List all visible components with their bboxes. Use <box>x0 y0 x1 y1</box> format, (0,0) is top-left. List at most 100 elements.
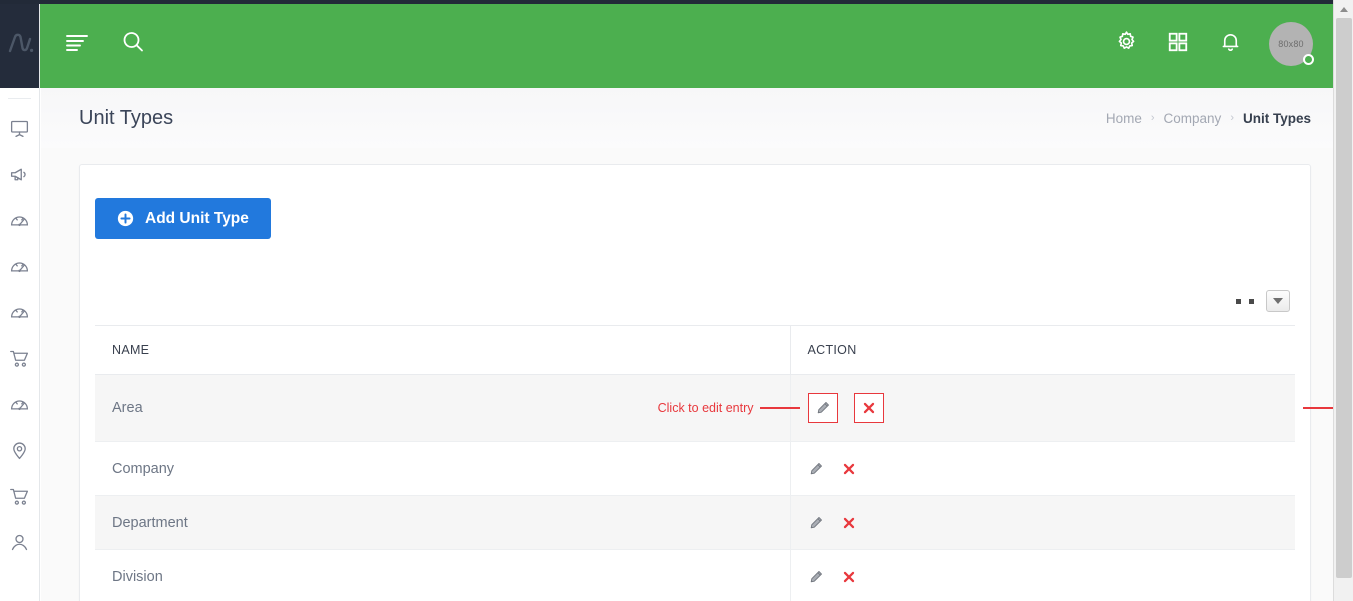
breadcrumb-separator: › <box>1230 112 1234 124</box>
table-options-dropdown[interactable] <box>1266 290 1290 312</box>
gauge-icon <box>9 256 30 277</box>
megaphone-icon <box>9 164 30 185</box>
sidebar-divider <box>8 98 31 99</box>
search-button[interactable] <box>116 27 150 61</box>
table-tool-dots[interactable] <box>1236 298 1254 304</box>
bell-icon <box>1219 30 1242 58</box>
cell-name: Division <box>95 549 791 601</box>
gear-icon <box>1115 30 1138 58</box>
sidebar-item-performance[interactable] <box>0 197 39 243</box>
sidebar-item-locations[interactable] <box>0 427 39 473</box>
pencil-icon <box>809 462 823 476</box>
map-pin-icon <box>9 440 30 461</box>
table-row: Company <box>95 441 1296 496</box>
action-buttons <box>808 568 1296 585</box>
annotation-edit-label: Click to edit entry <box>657 401 754 415</box>
table-row: Area Click to edit entry <box>95 374 1333 442</box>
caret-down-icon <box>1273 298 1283 304</box>
caret-up-icon <box>1340 6 1348 12</box>
edit-row-button[interactable] <box>808 514 825 531</box>
tool-dot <box>1249 298 1254 304</box>
breadcrumb-item-current: Unit Types <box>1242 110 1311 126</box>
hamburger-icon <box>64 32 90 57</box>
scroll-up-button[interactable] <box>1334 0 1353 18</box>
breadcrumb-separator: › <box>1150 112 1155 124</box>
pencil-icon <box>809 570 823 584</box>
top-header-bar: 80x80 <box>40 0 1333 88</box>
header-left-actions <box>40 27 150 61</box>
gauge-icon <box>9 302 30 323</box>
search-icon <box>121 30 145 59</box>
edit-row-button[interactable] <box>808 460 825 477</box>
column-header-name[interactable]: NAME <box>95 325 791 375</box>
sidebar-item-purchases[interactable] <box>0 473 39 519</box>
page-title: Unit Types <box>79 106 174 129</box>
sidebar-item-orders[interactable] <box>0 335 39 381</box>
tool-dot <box>1236 298 1241 304</box>
table-toolbar <box>95 286 1295 316</box>
notifications-button[interactable] <box>1213 27 1247 61</box>
shopping-cart-icon <box>9 486 30 507</box>
status-badge <box>1303 54 1314 65</box>
apps-button[interactable] <box>1161 27 1195 61</box>
cell-name: Company <box>95 441 791 496</box>
settings-button[interactable] <box>1109 27 1143 61</box>
header-right-actions: 80x80 <box>1109 22 1333 66</box>
sidebar-item-users[interactable] <box>0 519 39 565</box>
add-unit-type-button[interactable]: Add Unit Type <box>95 198 271 239</box>
sidebar-item-announcements[interactable] <box>0 151 39 197</box>
gauge-icon <box>9 210 30 231</box>
breadcrumb-item-company[interactable]: Company <box>1164 111 1222 126</box>
pencil-icon <box>816 401 830 415</box>
annotation-leader-line <box>1303 407 1333 409</box>
unit-types-table: NAME ACTION Area Click to edit entry Com… <box>95 325 1333 601</box>
hamburger-menu-button[interactable] <box>60 27 94 61</box>
delete-row-button[interactable] <box>853 393 884 423</box>
annotation-edit: Click to edit entry <box>658 401 800 415</box>
sidebar-item-analytics[interactable] <box>0 381 39 427</box>
sidebar-item-dashboard[interactable] <box>0 105 39 151</box>
page-scrollbar[interactable] <box>1333 0 1353 601</box>
edit-row-button[interactable] <box>807 393 838 423</box>
pencil-icon <box>809 516 823 530</box>
edit-row-button[interactable] <box>808 568 825 585</box>
table-body: Area Click to edit entry Company Departm… <box>95 374 1333 601</box>
left-sidebar <box>0 0 40 601</box>
plus-circle-icon <box>117 210 134 227</box>
gauge-icon <box>9 394 30 415</box>
cell-action <box>790 549 1296 601</box>
annotation-leader-line <box>759 407 800 409</box>
times-icon <box>842 462 856 476</box>
times-icon <box>862 401 876 415</box>
app-logo[interactable] <box>0 0 39 88</box>
breadcrumb: Home › Company › Unit Types <box>1106 111 1311 126</box>
table-row: Department <box>95 495 1296 550</box>
cell-action: Click to edit entry <box>658 374 1333 442</box>
action-buttons <box>808 514 1296 531</box>
action-buttons: Click to edit entry <box>658 393 1333 423</box>
grid-apps-icon <box>1167 31 1189 58</box>
user-icon <box>9 532 30 553</box>
shopping-cart-icon <box>9 348 30 369</box>
sidebar-item-reports[interactable] <box>0 289 39 335</box>
add-unit-type-label: Add Unit Type <box>145 209 249 227</box>
delete-row-button[interactable] <box>841 568 858 585</box>
delete-row-button[interactable] <box>841 460 858 477</box>
breadcrumb-item-home[interactable]: Home <box>1106 111 1142 126</box>
column-header-action: ACTION <box>790 325 1295 375</box>
content-card: Add Unit Type NAME ACTION Area Click to … <box>79 164 1333 601</box>
presentation-screen-icon <box>9 118 30 139</box>
app-root: 80x80 Unit Types Home › Company › Unit T… <box>0 0 1353 601</box>
sidebar-item-metrics[interactable] <box>0 243 39 289</box>
user-avatar-button[interactable]: 80x80 <box>1269 22 1314 66</box>
cell-name: Department <box>95 495 791 550</box>
annotation-delete: Click to delete entry <box>1303 401 1333 415</box>
cell-action <box>790 495 1296 550</box>
table-header-row: NAME ACTION <box>95 325 1295 375</box>
scrollbar-thumb[interactable] <box>1336 18 1352 578</box>
times-icon <box>842 516 856 530</box>
page-content: Unit Types Home › Company › Unit Types A… <box>41 88 1333 601</box>
page-header: Unit Types Home › Company › Unit Types <box>41 88 1333 148</box>
delete-row-button[interactable] <box>841 514 858 531</box>
action-buttons <box>808 460 1296 477</box>
